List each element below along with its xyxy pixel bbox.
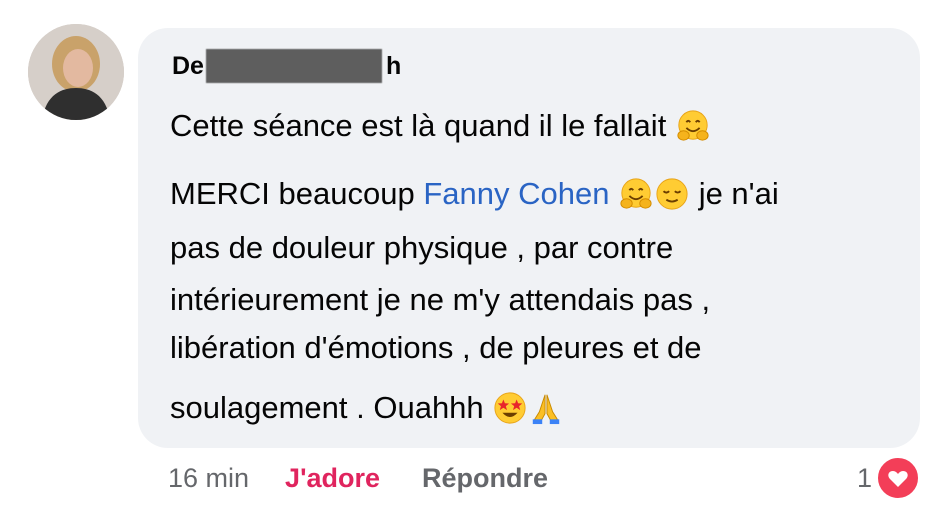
comment-text: soulagement . Ouahhh [170, 390, 484, 425]
comment-line-2: MERCI beaucoup Fanny Cohen je n'ai [170, 174, 779, 214]
author-name-start[interactable]: De [172, 52, 204, 81]
avatar[interactable] [28, 24, 124, 120]
comment-line-3: pas de douleur physique , par contre [170, 230, 674, 265]
reaction-summary[interactable]: 1 [857, 456, 920, 500]
comment-bubble: De h Cette séance est là quand il le fal… [138, 28, 920, 448]
heart-icon [876, 456, 920, 500]
avatar-photo [28, 24, 124, 120]
comment-line-4: intérieurement je ne m'y attendais pas , [170, 282, 711, 317]
hugging-face-icon [620, 178, 652, 209]
comment-line-1: Cette séance est là quand il le fallait [170, 106, 711, 146]
folded-hands-icon [533, 394, 560, 425]
love-reaction-button[interactable]: J'adore [285, 463, 380, 494]
reply-button[interactable]: Répondre [422, 463, 548, 494]
mention-link[interactable]: Fanny Cohen [423, 176, 609, 211]
comment-actions: 16 min J'adore Répondre [168, 456, 548, 500]
comment-author[interactable]: De h [172, 48, 401, 84]
comment-line-6: soulagement . Ouahhh [170, 388, 564, 428]
reaction-count: 1 [856, 462, 872, 493]
star-struck-icon [494, 392, 526, 424]
comment-line-5: libération d'émotions , de pleures et de [170, 330, 702, 365]
comment-text: Cette séance est là quand il le fallait [170, 108, 667, 143]
comment-timestamp[interactable]: 16 min [168, 463, 249, 494]
relieved-face-icon [656, 178, 688, 210]
comment-text: je n'ai [698, 176, 779, 211]
author-name-end[interactable]: h [386, 52, 401, 81]
hugging-face-icon [677, 110, 709, 141]
comment-text: MERCI beaucoup [170, 176, 415, 211]
redaction-block [205, 49, 382, 83]
